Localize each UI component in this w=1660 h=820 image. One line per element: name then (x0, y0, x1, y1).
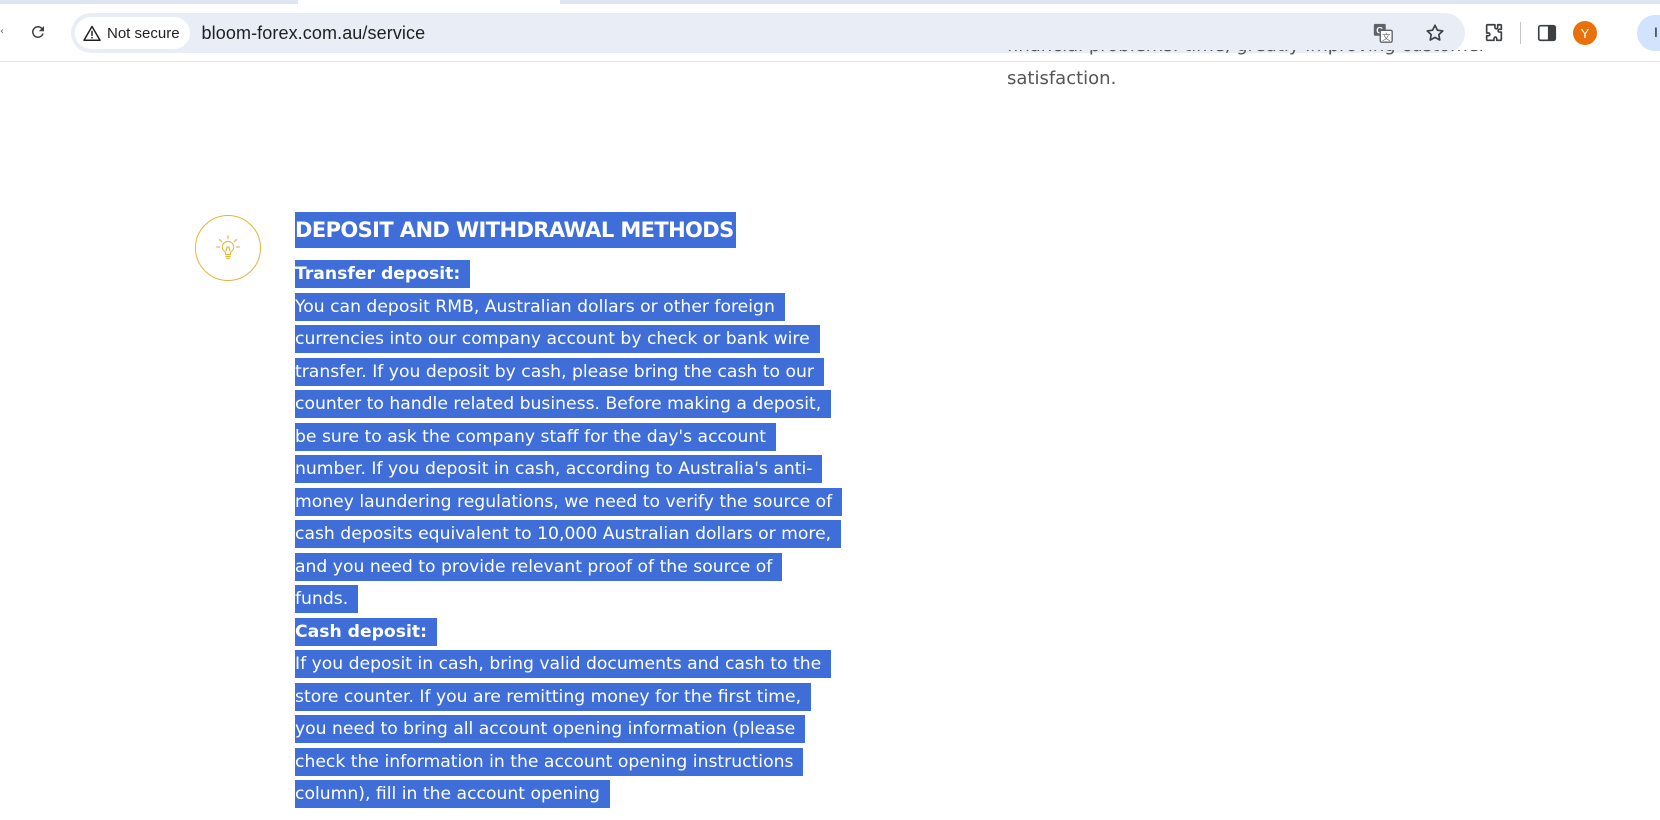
transfer-deposit-heading: Transfer deposit: (295, 260, 471, 288)
security-chip[interactable]: Not secure (75, 17, 190, 49)
toolbar-separator (1520, 22, 1521, 44)
svg-text:文: 文 (1382, 32, 1390, 42)
extensions-button[interactable] (1478, 17, 1510, 49)
tab-strip (0, 0, 1660, 4)
active-tab-edge[interactable] (298, 0, 560, 4)
back-arrow-icon[interactable]: ‹ (0, 27, 6, 37)
url-text[interactable]: bloom-forex.com.au/service (202, 23, 426, 44)
section-title: DEPOSIT AND WITHDRAWAL METHODS (295, 212, 736, 248)
service-icon-circle (195, 215, 261, 281)
reload-icon (31, 25, 44, 38)
reload-button[interactable] (24, 18, 52, 46)
profile-pill-label: I (1654, 24, 1658, 40)
profile-avatar[interactable]: Y (1573, 21, 1597, 45)
bookmark-button[interactable] (1419, 17, 1451, 49)
translate-icon: G 文 (1373, 23, 1393, 43)
previous-text-partial-line: financial problems. time, greatly improv… (1007, 50, 1567, 62)
profile-menu-button[interactable]: I (1637, 15, 1660, 51)
omnibox-actions: G 文 (1367, 13, 1451, 53)
address-bar[interactable]: Not secure bloom-forex.com.au/service G … (71, 13, 1465, 53)
lightbulb-icon (216, 235, 240, 259)
security-label: Not secure (107, 24, 180, 42)
star-icon (1426, 24, 1444, 41)
cash-deposit-heading: Cash deposit: (295, 617, 437, 646)
cash-deposit-text: If you deposit in cash, bring valid docu… (295, 650, 832, 808)
previous-text-line: satisfaction. (1007, 68, 1117, 89)
deposit-withdrawal-section: DEPOSIT AND WITHDRAWAL METHODS Transfer … (295, 212, 855, 811)
side-panel-button[interactable] (1531, 17, 1563, 49)
side-panel-icon (1537, 24, 1557, 42)
warning-icon (83, 25, 101, 41)
previous-card-text: financial problems. time, greatly improv… (1007, 50, 1567, 95)
transfer-deposit-text: You can deposit RMB, Australian dollars … (295, 292, 843, 613)
translate-button[interactable]: G 文 (1367, 17, 1399, 49)
toolbar-right: Y (1478, 13, 1597, 53)
extensions-icon (1485, 23, 1503, 42)
transfer-deposit-block: Transfer deposit: You can deposit RMB, A… (295, 258, 843, 811)
